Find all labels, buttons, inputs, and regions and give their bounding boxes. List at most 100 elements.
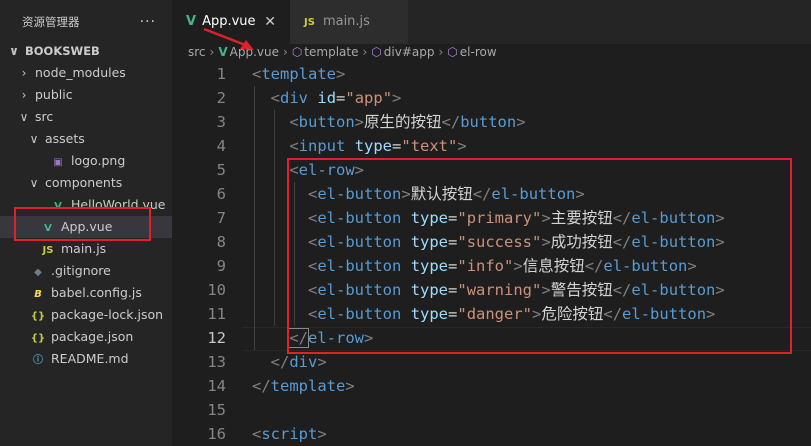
code-line: 3 <button>原生的按钮</button> bbox=[172, 110, 811, 134]
line-number: 10 bbox=[207, 281, 226, 299]
tree-folder[interactable]: › public bbox=[0, 84, 172, 106]
explorer-title: 资源管理器 ··· bbox=[0, 0, 172, 44]
tree-folder[interactable]: ∨ components bbox=[0, 172, 172, 194]
tree-folder[interactable]: ∨ BOOKSWEB bbox=[0, 40, 172, 62]
code-token: div bbox=[289, 353, 318, 371]
json-file-icon: {} bbox=[30, 311, 46, 322]
vue-file-icon: V bbox=[186, 14, 197, 29]
tab-bar: V App.vue ✕ JS main.js bbox=[172, 0, 811, 44]
chevron-down-icon: ∨ bbox=[19, 110, 29, 124]
annotation-arrow-icon bbox=[203, 27, 254, 50]
explorer-sidebar: 资源管理器 ··· ∨ BOOKSWEB › node_modules › public ∨… bbox=[0, 0, 173, 446]
tab-label: main.js bbox=[322, 14, 370, 29]
chevron-right-icon: › bbox=[362, 45, 368, 59]
code-token: id bbox=[317, 89, 337, 107]
chevron-right-icon: › bbox=[21, 88, 27, 102]
code-token: = bbox=[392, 137, 402, 155]
code-token: template bbox=[270, 377, 346, 395]
code-content: <script> bbox=[252, 422, 327, 446]
breadcrumb-item[interactable]: div#app bbox=[384, 45, 435, 59]
chevron-right-icon: › bbox=[438, 45, 444, 59]
tree-file[interactable]: {} package.json bbox=[0, 326, 172, 348]
tree-folder[interactable]: ∨ src bbox=[0, 106, 172, 128]
tree-item-label: assets bbox=[45, 131, 85, 146]
code-token: button bbox=[298, 113, 355, 131]
tab-main-js[interactable]: JS main.js bbox=[290, 0, 408, 44]
tree-file[interactable]: ⓘ README.md bbox=[0, 348, 172, 370]
tree-file[interactable]: JS main.js bbox=[0, 238, 172, 260]
symbol-icon: ⬡ bbox=[447, 45, 458, 59]
code-token: type bbox=[354, 137, 393, 155]
code-token: button bbox=[460, 113, 517, 131]
line-number: 12 bbox=[207, 329, 226, 347]
symbol-icon: ⬡ bbox=[371, 45, 382, 59]
line-number: 8 bbox=[216, 233, 226, 251]
code-line: 16 <script> bbox=[172, 422, 811, 446]
tree-item-label: package.json bbox=[51, 329, 134, 344]
code-token: div bbox=[280, 89, 309, 107]
line-number: 5 bbox=[216, 161, 226, 179]
code-token: input bbox=[298, 137, 346, 155]
tree-item-label: package-lock.json bbox=[51, 307, 164, 322]
info-file-icon: ⓘ bbox=[33, 355, 43, 366]
code-token: > bbox=[457, 137, 467, 155]
close-icon[interactable]: ✕ bbox=[264, 0, 276, 44]
breadcrumb-item[interactable]: el-row bbox=[460, 45, 497, 59]
js-file-icon: JS bbox=[304, 17, 315, 28]
code-token: < bbox=[289, 137, 299, 155]
code-token: > bbox=[317, 425, 327, 443]
tree-file[interactable]: {} package-lock.json bbox=[0, 304, 172, 326]
code-token: = bbox=[336, 89, 346, 107]
code-token: > bbox=[317, 353, 327, 371]
line-number: 11 bbox=[207, 305, 226, 323]
symbol-icon: ⬡ bbox=[291, 45, 303, 59]
code-token: "app" bbox=[345, 89, 393, 107]
git-file-icon: ◆ bbox=[34, 267, 42, 278]
code-token: > bbox=[336, 65, 346, 83]
line-number: 1 bbox=[216, 65, 226, 83]
tree-folder[interactable]: ∨ assets bbox=[0, 128, 172, 150]
code-token: < bbox=[252, 65, 262, 83]
tree-folder[interactable]: › node_modules bbox=[0, 62, 172, 84]
line-number: 13 bbox=[207, 353, 226, 371]
code-line: 2 <div id="app"> bbox=[172, 86, 811, 110]
code-token: template bbox=[261, 65, 336, 83]
tree-item-label: components bbox=[45, 175, 123, 190]
code-token: > bbox=[516, 113, 526, 131]
code-content: <div id="app"> bbox=[252, 86, 402, 110]
breadcrumb: src › V App.vue › ⬡ template › ⬡ div#app › ⬡ el-row bbox=[172, 44, 811, 62]
tree-item-label: .gitignore bbox=[51, 263, 111, 278]
code-token: < bbox=[252, 425, 262, 443]
code-content: <template> bbox=[252, 62, 345, 86]
tree-file[interactable]: ◆ .gitignore bbox=[0, 260, 172, 282]
tree-file[interactable]: ▣ logo.png bbox=[0, 150, 172, 172]
tree-item-label: src bbox=[35, 109, 54, 124]
code-token: 原生的按钮 bbox=[364, 113, 442, 131]
chevron-right-icon: › bbox=[283, 45, 288, 59]
line-number: 9 bbox=[216, 257, 226, 275]
more-actions-icon[interactable]: ··· bbox=[140, 0, 156, 44]
code-token: </ bbox=[270, 353, 290, 371]
code-token: "text" bbox=[401, 137, 458, 155]
tree-item-label: node_modules bbox=[35, 65, 126, 80]
code-content: <input type="text"> bbox=[252, 134, 467, 158]
code-token: > bbox=[354, 113, 365, 131]
code-line: 15 bbox=[172, 398, 811, 422]
line-number: 4 bbox=[216, 137, 226, 155]
chevron-down-icon: ∨ bbox=[9, 44, 19, 58]
code-token: </ bbox=[441, 113, 461, 131]
line-number: 3 bbox=[216, 113, 226, 131]
chevron-down-icon: ∨ bbox=[29, 176, 39, 190]
breadcrumb-item[interactable]: template bbox=[304, 45, 358, 59]
tree-file[interactable]: Bbabel.config.js bbox=[0, 282, 172, 304]
line-number: 2 bbox=[216, 89, 226, 107]
chevron-right-icon: › bbox=[21, 66, 27, 80]
annotation-box-el-row bbox=[287, 158, 792, 354]
explorer-title-label: 资源管理器 bbox=[22, 15, 80, 29]
